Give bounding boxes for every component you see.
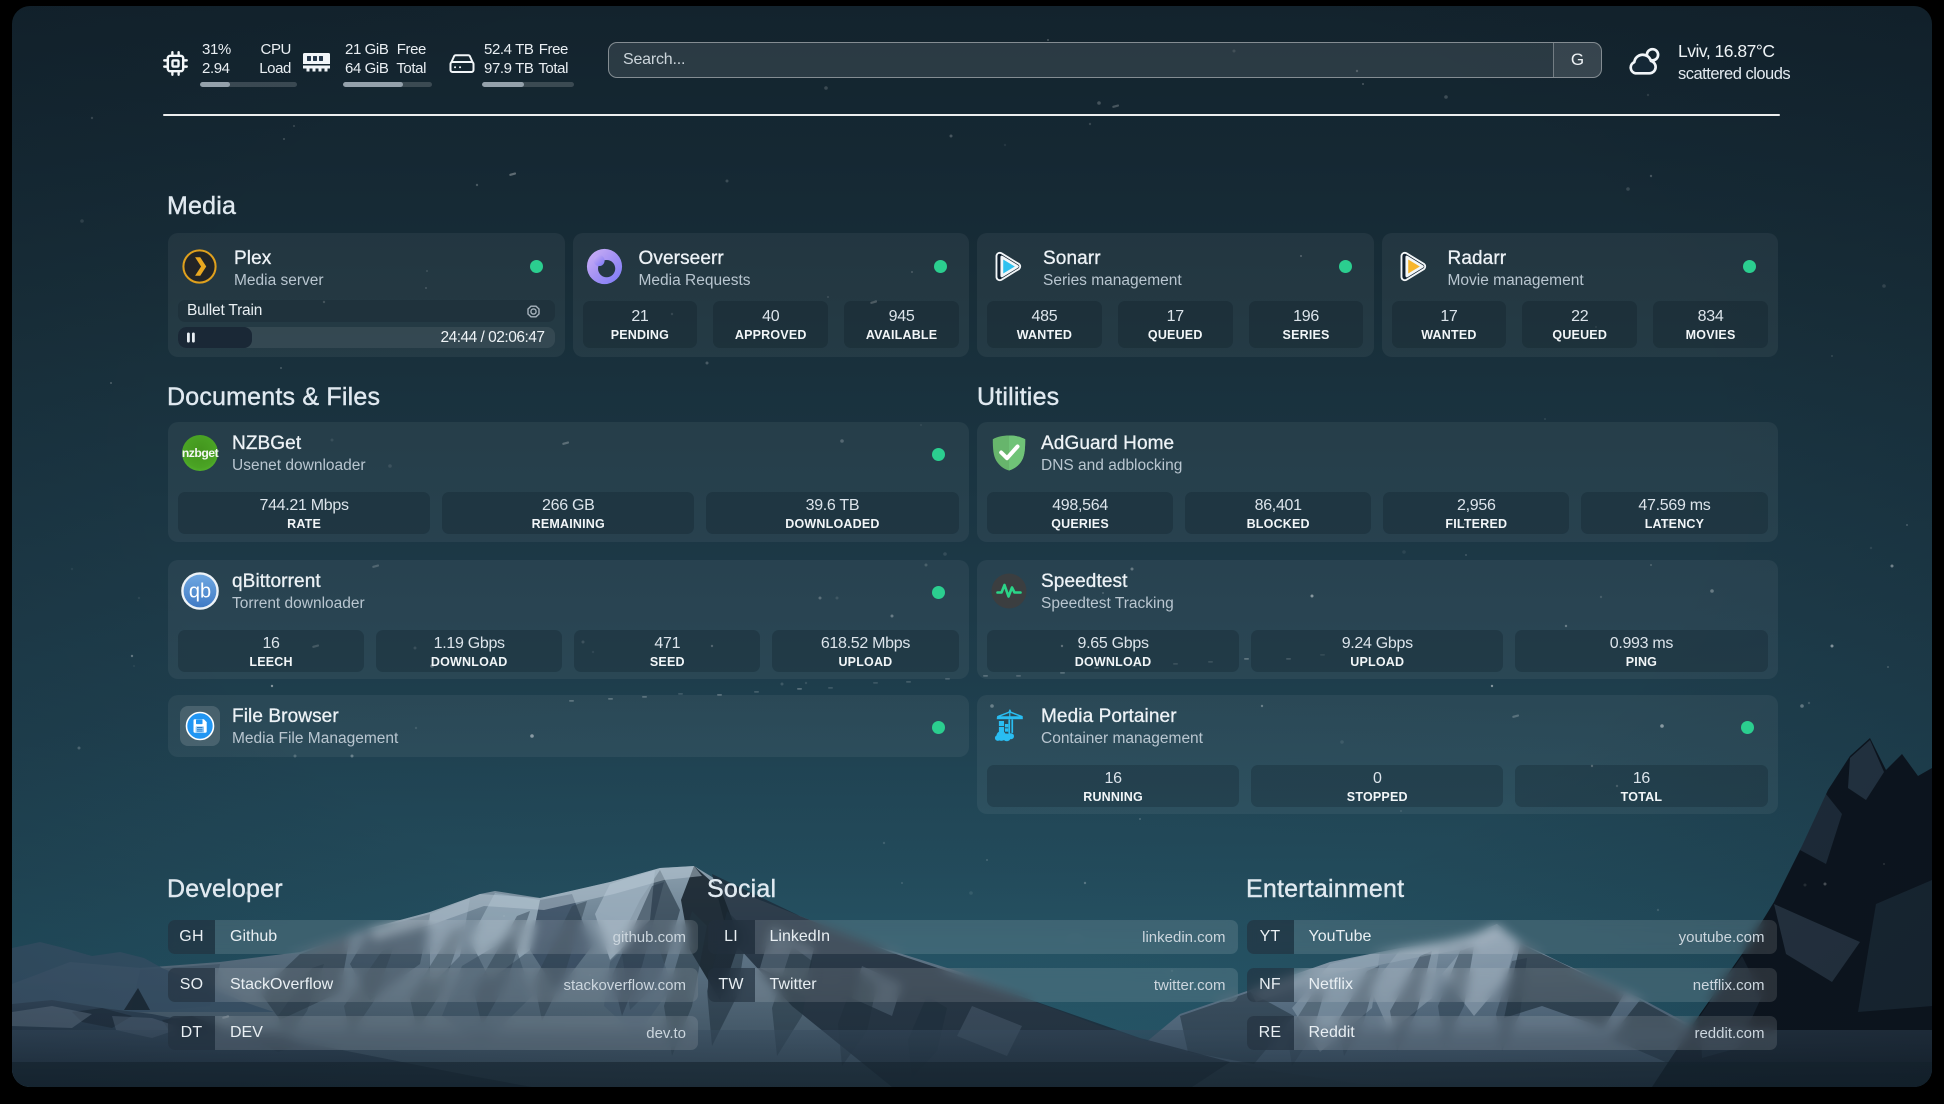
- svg-text:qb: qb: [189, 581, 211, 603]
- svg-text:nzbget: nzbget: [182, 446, 219, 460]
